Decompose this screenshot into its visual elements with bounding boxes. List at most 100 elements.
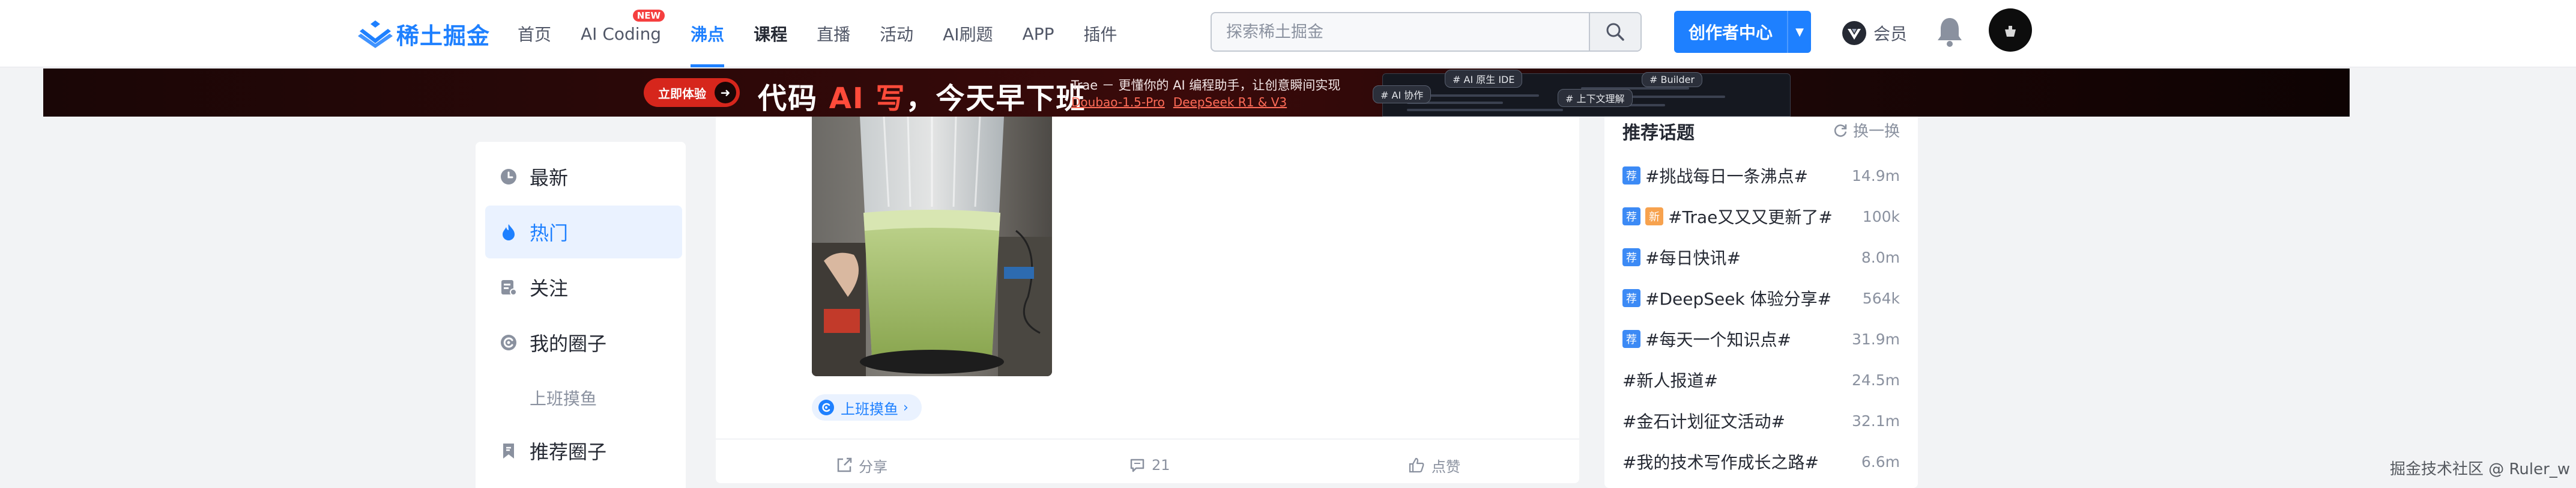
topic-name: #Trae又又又更新了#: [1668, 207, 1833, 227]
refresh-icon: [1834, 124, 1847, 137]
nav-label: 插件: [1083, 25, 1117, 44]
pin-card: 上班摸鱼 › 分享 21 点赞: [716, 117, 1579, 483]
user-avatar[interactable]: [1989, 8, 2032, 52]
smoothie-photo: [812, 117, 1052, 376]
banner-link-deepseek[interactable]: DeepSeek R1 & V3: [1173, 95, 1287, 109]
search-input[interactable]: [1212, 13, 1591, 50]
topic-item[interactable]: 荐 #挑战每日一条沸点# 14.9m: [1622, 159, 1900, 192]
sidebar-label: 最新: [530, 166, 569, 189]
vip-label: 会员: [1873, 24, 1908, 44]
top-header: 稀土掘金 首页 AI Coding NEW 沸点 课程 直播 活动 AI刷题 A…: [0, 0, 2576, 67]
sidebar-label: 上班摸鱼: [530, 389, 597, 409]
banner-model-links: Doubao-1.5-Pro DeepSeek R1 & V3: [1071, 95, 1287, 109]
watermark: 掘金技术社区 @ Ruler_w: [2390, 460, 2571, 478]
circle-tag-label: 上班摸鱼: [841, 400, 898, 418]
topic-item[interactable]: 荐 #DeepSeek 体验分享# 564k: [1622, 281, 1900, 315]
sidebar-label: 热门: [530, 222, 569, 245]
topic-item[interactable]: #新人报道# 24.5m: [1622, 363, 1900, 397]
sidebar-item-latest[interactable]: 最新: [485, 150, 682, 203]
site-logo[interactable]: 稀土掘金: [358, 17, 490, 50]
search-box: [1211, 12, 1642, 52]
banner-headline-prefix: 代码: [758, 82, 829, 115]
sidebar-item-following[interactable]: 关注: [485, 261, 682, 314]
sidebar-item-hot[interactable]: 热门: [485, 206, 682, 258]
vip-icon: [1842, 21, 1866, 45]
nav-label: 沸点: [691, 25, 725, 44]
topic-count: 24.5m: [1851, 371, 1900, 389]
banner-chip-ide: # AI 原生 IDE: [1445, 70, 1523, 88]
nav-item-app[interactable]: APP: [1023, 0, 1054, 67]
nav-item-pins[interactable]: 沸点: [691, 0, 725, 67]
topic-count: 8.0m: [1861, 248, 1900, 266]
arrow-right-icon: ➜: [715, 82, 736, 103]
share-button[interactable]: 分享: [836, 448, 887, 482]
nav-label: 活动: [880, 25, 914, 44]
nav-label: 直播: [817, 25, 851, 44]
topic-item[interactable]: 荐 #每天一个知识点# 31.9m: [1622, 322, 1900, 356]
banner-headline-suffix: ，今天早下班: [906, 82, 1086, 115]
banner-try-button[interactable]: 立即体验 ➜: [644, 78, 740, 107]
nav-item-live[interactable]: 直播: [817, 0, 850, 67]
pin-image[interactable]: [812, 117, 1052, 376]
recommended-badge: 荐: [1622, 207, 1640, 225]
topic-item[interactable]: 荐 新 #Trae又又又更新了# 100k: [1622, 200, 1900, 233]
topic-name-wrap: #金石计划征文活动#: [1622, 409, 1852, 433]
clock-icon: [501, 169, 516, 185]
like-button[interactable]: 点赞: [1407, 448, 1460, 482]
banner-chip-collab: # AI 协作: [1373, 85, 1432, 103]
topic-count: 31.9m: [1851, 330, 1900, 348]
circle-icon: [501, 335, 516, 350]
logo-text: 稀土掘金: [396, 22, 491, 49]
recommended-topics-panel: 推荐话题 换一换 荐 #挑战每日一条沸点# 14.9m 荐 新 #Trae又又又…: [1604, 117, 1918, 488]
sidebar-item-my-circles[interactable]: 我的圈子: [485, 316, 682, 369]
banner-chip-builder: # Builder: [1642, 72, 1703, 87]
search-icon: [1606, 23, 1624, 41]
flame-icon: [503, 224, 515, 240]
banner-link-doubao[interactable]: Doubao-1.5-Pro: [1071, 95, 1165, 109]
comment-button[interactable]: 21: [1129, 448, 1170, 482]
new-badge: NEW: [632, 10, 665, 22]
banner-cta-label: 立即体验: [658, 86, 706, 101]
chevron-down-icon[interactable]: ▼: [1787, 11, 1811, 53]
topic-name-wrap: 荐 #DeepSeek 体验分享#: [1622, 286, 1863, 310]
recommended-badge: 荐: [1622, 248, 1640, 266]
sidebar-label: 我的圈子: [530, 332, 607, 355]
topic-count: 100k: [1862, 207, 1900, 225]
topics-refresh-button[interactable]: 换一换: [1833, 119, 1900, 141]
creator-center-button[interactable]: 创作者中心 ▼: [1674, 11, 1811, 53]
topic-item[interactable]: #我的技术写作成长之路# 6.6m: [1622, 445, 1900, 478]
follow-icon: [501, 280, 517, 296]
topic-name: #DeepSeek 体验分享#: [1645, 289, 1832, 309]
bell-icon[interactable]: [1935, 16, 1965, 48]
topic-item[interactable]: 荐 #每日快讯# 8.0m: [1622, 240, 1900, 274]
vip-link[interactable]: 会员: [1841, 18, 1907, 48]
nav-item-plugins[interactable]: 插件: [1084, 0, 1117, 67]
nav-item-courses[interactable]: 课程: [754, 0, 787, 67]
nav-item-events[interactable]: 活动: [880, 0, 913, 67]
comment-icon: [1130, 459, 1144, 472]
topic-count: 564k: [1862, 289, 1900, 307]
bookmark-icon: [503, 444, 514, 459]
topic-name-wrap: 荐 #每天一个知识点#: [1622, 327, 1852, 351]
topic-item[interactable]: #金石计划征文活动# 32.1m: [1622, 404, 1900, 438]
nav-label: AI刷题: [943, 25, 993, 44]
sidebar-item-slacking-circle[interactable]: 上班摸鱼: [485, 371, 682, 424]
chevron-right-icon: ›: [903, 400, 909, 415]
nav-item-ai-coding[interactable]: AI Coding NEW: [581, 0, 665, 67]
circle-tag-icon: [818, 400, 834, 415]
topic-name-wrap: #新人报道#: [1622, 368, 1852, 392]
nav-item-home[interactable]: 首页: [518, 0, 551, 67]
circle-tag[interactable]: 上班摸鱼 ›: [812, 394, 922, 421]
search-button[interactable]: [1589, 13, 1640, 50]
nav-label: AI Coding: [581, 23, 662, 44]
recommended-badge: 荐: [1622, 289, 1640, 307]
topic-name: #挑战每日一条沸点#: [1645, 166, 1808, 186]
promo-banner[interactable]: 立即体验 ➜ 代码 AI 写，今天早下班 Trae － 更懂你的 AI 编程助手…: [43, 69, 2350, 117]
topic-name-wrap: 荐 #挑战每日一条沸点#: [1622, 163, 1852, 188]
left-sidebar: 最新 热门 关注 我的圈子 上班摸鱼 推荐圈子: [476, 142, 686, 488]
recommended-badge: 荐: [1622, 166, 1640, 185]
nav-item-ai-practice[interactable]: AI刷题: [943, 0, 993, 67]
sidebar-item-recommended-circles[interactable]: 推荐圈子: [485, 424, 682, 477]
code-line: [1407, 109, 1563, 111]
avatar-figure-icon: [2005, 26, 2016, 37]
